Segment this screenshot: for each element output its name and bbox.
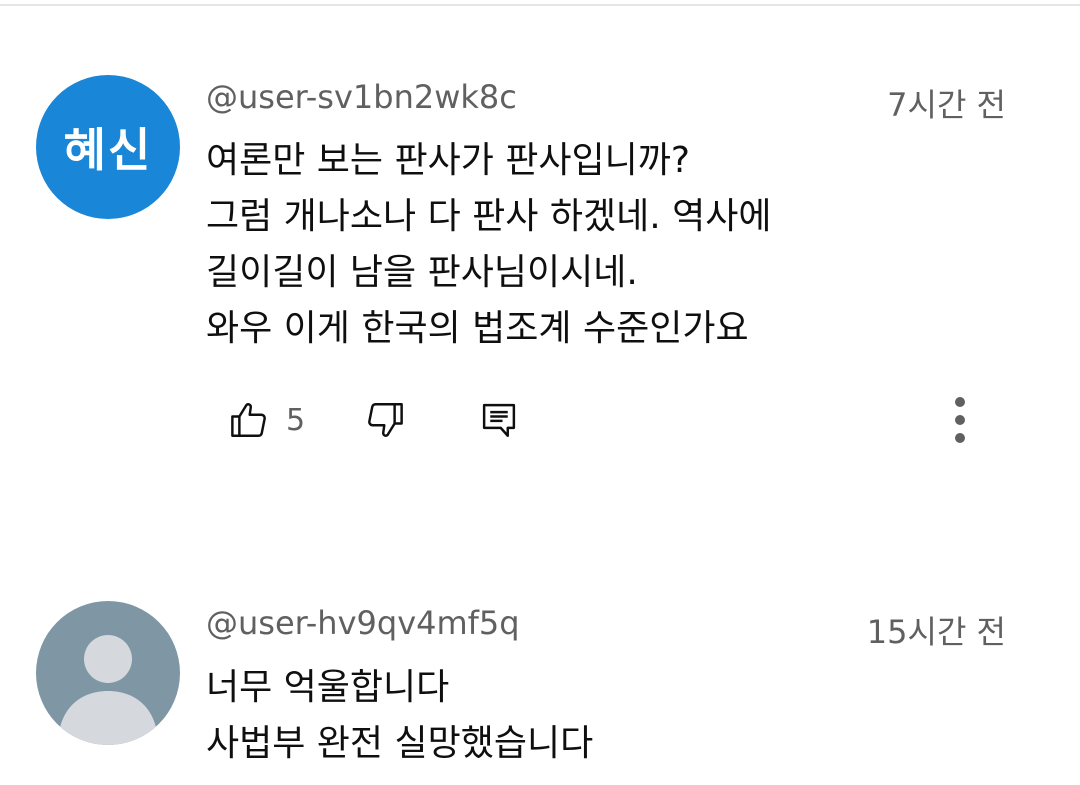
avatar-initials: 혜신 bbox=[63, 123, 153, 177]
comment-timestamp: 15시간 전 bbox=[866, 613, 1006, 651]
comment-text-line: 사법부 완전 실망했습니다 bbox=[206, 723, 594, 764]
comment-text-line: 그럼 개나소나 다 판사 하겠네. 역사에 bbox=[206, 196, 772, 237]
like-count: 5 bbox=[286, 402, 306, 438]
more-vertical-icon bbox=[955, 397, 965, 443]
comment-author[interactable]: @user-sv1bn2wk8c bbox=[206, 78, 517, 116]
reply-icon bbox=[482, 403, 516, 437]
thumbs-up-icon bbox=[231, 403, 266, 437]
comment-text: 여론만 보는 판사가 판사입니까? 그럼 개나소나 다 판사 하겠네. 역사에 … bbox=[206, 133, 771, 357]
like-button[interactable]: 5 bbox=[228, 390, 305, 450]
comment-text-line: 너무 억울합니다 bbox=[206, 667, 450, 708]
avatar[interactable] bbox=[36, 601, 180, 745]
dislike-button[interactable] bbox=[364, 390, 406, 450]
comment-text: 너무 억울합니다 사법부 완전 실망했습니다 bbox=[206, 660, 593, 772]
comment-text-line: 길이길이 남을 판사님이시네. bbox=[206, 252, 638, 293]
default-avatar-icon bbox=[58, 635, 158, 745]
comment-author[interactable]: @user-hv9qv4mf5q bbox=[206, 604, 520, 642]
avatar[interactable]: 혜신 bbox=[36, 75, 180, 219]
comment-timestamp: 7시간 전 bbox=[887, 86, 1006, 124]
thumbs-down-icon bbox=[368, 403, 403, 437]
comment-text-line: 여론만 보는 판사가 판사입니까? bbox=[206, 140, 690, 181]
reply-button[interactable] bbox=[478, 390, 520, 450]
comment-actions: 5 bbox=[206, 390, 1010, 450]
top-divider bbox=[0, 4, 1080, 6]
comment-text-line: 와우 이게 한국의 법조계 수준인가요 bbox=[206, 308, 749, 349]
more-options-button[interactable] bbox=[944, 390, 976, 450]
